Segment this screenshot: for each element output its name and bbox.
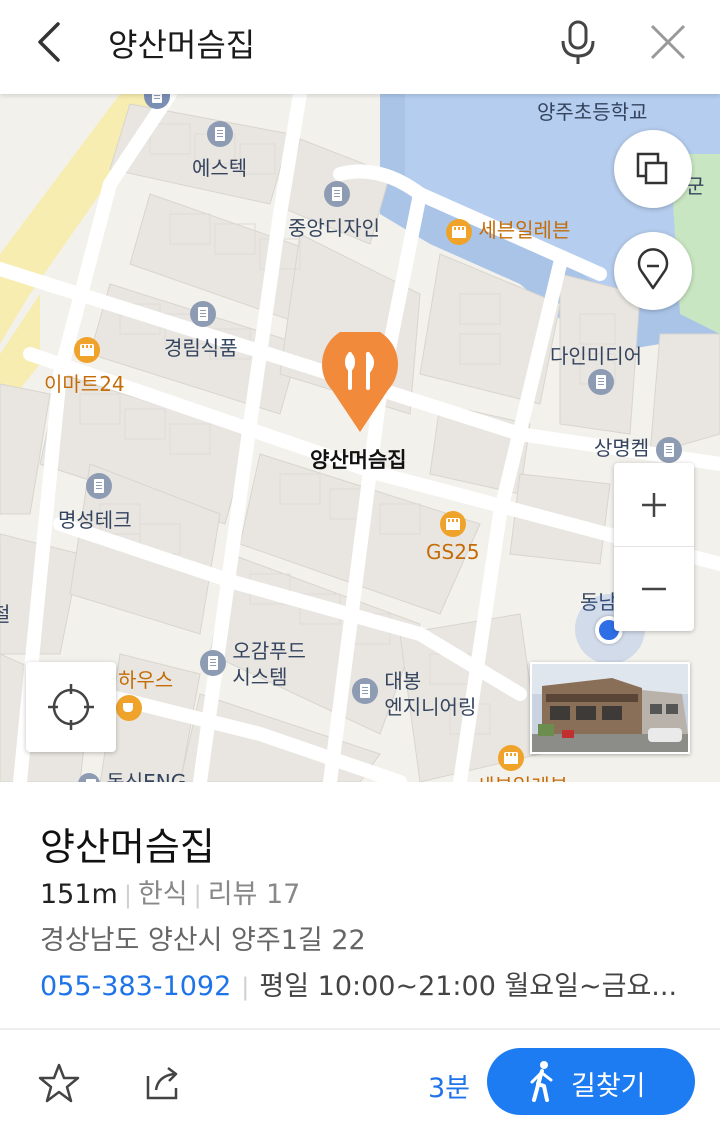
cafe-icon bbox=[116, 694, 142, 721]
poi-seven-eleven[interactable]: 세븐일레븐 bbox=[446, 214, 570, 245]
layers-button[interactable] bbox=[614, 130, 692, 208]
poi-bus-stop[interactable] bbox=[144, 94, 170, 109]
building-icon bbox=[324, 180, 350, 207]
poi-gyeongnim[interactable]: 경림식품 bbox=[164, 332, 238, 361]
building-icon bbox=[588, 368, 614, 395]
convenience-store-icon bbox=[498, 744, 524, 771]
close-icon[interactable] bbox=[640, 14, 696, 70]
roadview-thumbnail[interactable] bbox=[530, 662, 690, 754]
building-icon bbox=[352, 678, 378, 704]
building-icon bbox=[86, 472, 112, 499]
zoom-in-button[interactable] bbox=[614, 463, 694, 547]
place-meta: 151m | 한식 | 리뷰 17 bbox=[40, 872, 300, 911]
separator: | bbox=[193, 881, 202, 909]
place-reviews[interactable]: 리뷰 17 bbox=[208, 879, 301, 910]
layers-icon bbox=[636, 152, 668, 185]
poi-estek-label: 에스텍 bbox=[192, 156, 248, 180]
poi-cafe-icon[interactable] bbox=[116, 694, 142, 721]
poi-left-partial: 철 bbox=[0, 602, 11, 626]
walking-person-icon bbox=[527, 1060, 557, 1102]
poi-myeongseong[interactable]: 명성테크 bbox=[58, 504, 132, 533]
separator: | bbox=[241, 973, 250, 1001]
poi-emart24[interactable]: 이마트24 bbox=[44, 368, 125, 397]
building-icon bbox=[200, 650, 226, 676]
search-query[interactable]: 양산머슴집 bbox=[108, 20, 255, 66]
poi-estek[interactable] bbox=[207, 120, 233, 147]
restaurant-marker-icon[interactable] bbox=[320, 326, 400, 436]
poi-dain[interactable]: 다인미디어 bbox=[550, 340, 642, 369]
share-icon[interactable] bbox=[140, 1060, 186, 1106]
business-hours[interactable]: 평일 10:00~21:00 월요일~금요... bbox=[259, 971, 677, 1002]
poi-gyeongnim-icon[interactable] bbox=[190, 300, 216, 327]
favorite-star-icon[interactable] bbox=[36, 1060, 82, 1106]
convenience-store-icon bbox=[440, 510, 466, 537]
poi-seven2-partial: 세븐일레븐 bbox=[476, 770, 568, 782]
poi-ogam[interactable]: 오감푸드 시스템 bbox=[200, 638, 306, 690]
poi-yangju-school[interactable]: 양주초등학교 bbox=[537, 96, 647, 125]
search-bar: 양산머슴집 bbox=[0, 0, 720, 94]
place-name: 양산머슴집 bbox=[40, 825, 215, 869]
building-icon bbox=[190, 300, 216, 327]
poi-house[interactable]: 하우스 bbox=[118, 664, 173, 693]
directions-button[interactable]: 길찾기 bbox=[487, 1048, 695, 1115]
poi-emart24-icon[interactable] bbox=[74, 336, 100, 363]
poi-gs25-icon[interactable] bbox=[440, 510, 466, 537]
pin-button[interactable] bbox=[614, 232, 692, 310]
map-view[interactable]: 양주초등학교 에스텍 군 중앙디자인 세븐일레븐 경림식품 이마트24 다인미디… bbox=[0, 94, 720, 782]
place-category: 한식 bbox=[137, 879, 188, 910]
crosshair-icon bbox=[48, 684, 94, 730]
poi-dongsin[interactable]: 동신ENG bbox=[78, 766, 186, 782]
microphone-icon[interactable] bbox=[552, 14, 604, 70]
poi-jungang[interactable]: 중앙디자인 bbox=[288, 212, 380, 241]
place-contact: 055-383-1092 | 평일 10:00~21:00 월요일~금요... bbox=[40, 964, 690, 1003]
back-arrow-icon[interactable] bbox=[22, 14, 78, 70]
poi-dain-icon[interactable] bbox=[588, 368, 614, 395]
place-distance: 151m bbox=[40, 879, 118, 910]
convenience-store-icon bbox=[74, 336, 100, 363]
poi-gs25[interactable]: GS25 bbox=[426, 540, 480, 564]
zoom-control bbox=[614, 463, 694, 631]
poi-daebong[interactable]: 대봉 엔지니어링 bbox=[352, 668, 476, 720]
building-icon bbox=[207, 120, 233, 147]
roadview-image bbox=[532, 664, 688, 752]
my-location-button[interactable] bbox=[26, 662, 116, 752]
poi-jungang-icon[interactable] bbox=[324, 180, 350, 207]
poi-seven2-icon[interactable] bbox=[498, 744, 524, 771]
building-icon bbox=[78, 772, 100, 782]
building-icon bbox=[655, 436, 682, 463]
minus-icon bbox=[642, 587, 666, 591]
poi-sangmyeong[interactable]: 상명켐 bbox=[594, 432, 682, 463]
phone-link[interactable]: 055-383-1092 bbox=[40, 971, 231, 1002]
poi-myeongseong-icon[interactable] bbox=[86, 472, 112, 499]
divider bbox=[0, 1028, 720, 1030]
zoom-out-button[interactable] bbox=[614, 547, 694, 631]
selected-place-label: 양산머슴집 bbox=[310, 448, 407, 472]
separator: | bbox=[123, 881, 132, 909]
place-address: 경상남도 양산시 양주1길 22 bbox=[40, 925, 366, 956]
map-pin-icon bbox=[637, 248, 669, 290]
place-info-panel[interactable]: 양산머슴집 151m | 한식 | 리뷰 17 경상남도 양산시 양주1길 22 055… bbox=[0, 782, 720, 1130]
plus-icon bbox=[642, 493, 666, 517]
convenience-store-icon bbox=[446, 218, 472, 245]
walking-eta: 3분 bbox=[428, 1073, 471, 1104]
directions-label: 길찾기 bbox=[571, 1071, 646, 1102]
bus-icon bbox=[144, 94, 170, 109]
